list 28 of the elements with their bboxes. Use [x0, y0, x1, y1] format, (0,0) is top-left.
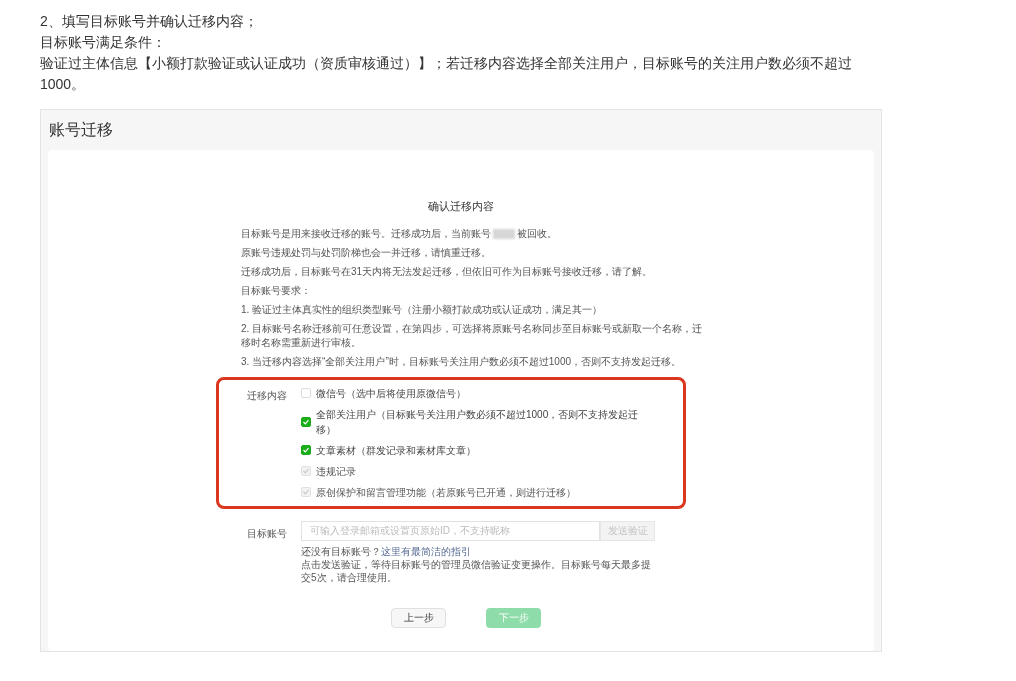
field-label: 目标账号	[247, 526, 288, 541]
option-label: 违规记录	[316, 464, 356, 479]
field-label: 迁移内容	[247, 388, 288, 403]
requirement-text: 目标账号要求：	[241, 283, 312, 298]
requirement-text: 1. 验证过主体真实性的组织类型账号（注册小额打款成功或认证成功，满足其一）	[241, 302, 604, 317]
redaction	[493, 228, 515, 239]
requirement-text: 原账号违规处罚与处罚阶梯也会一并迁移，请慎重迁移。	[241, 245, 492, 260]
requirement-text: 2. 目标账号名称迁移前可任意设置，在第四步，可选择将原账号名称同步至目标账号或新取一个名称，迁移时名称需重新进行审核。	[241, 321, 704, 350]
option-label: 全部关注用户（目标账号关注用户数必须不超过1000，否则不支持发起迁移）	[316, 407, 640, 437]
option-label: 微信号（选中后将使用原微信号）	[316, 386, 466, 401]
checkbox[interactable]	[301, 416, 311, 427]
guide-link[interactable]: 这里有最简洁的指引	[381, 545, 471, 557]
intro-text: 目标账号满足条件：	[40, 33, 167, 52]
previous-button[interactable]: 上一步	[391, 607, 446, 628]
notice-text: 目标账号是用来接收迁移的账号。迁移成功后，当前账号	[241, 226, 491, 241]
panel-title: 账号迁移	[48, 120, 114, 140]
next-button: 下一步	[486, 607, 541, 628]
dialog-title: 确认迁移内容	[428, 199, 494, 214]
requirement-text: 3. 当迁移内容选择“全部关注用户”时，目标账号关注用户数必须不超过1000，否则不支持发起迁移。	[241, 354, 683, 369]
hint-text: 还没有目标账号？	[301, 545, 381, 557]
notice-text: 被回收。	[517, 226, 557, 241]
hint-note: 点击发送验证，等待目标账号的管理员微信验证变更操作。目标账号每天最多提交5次，请合理使用。	[301, 557, 652, 584]
checkbox[interactable]	[301, 445, 311, 455]
option-label: 文章素材（群发记录和素材库文章）	[316, 443, 476, 458]
requirement-text: 迁移成功后，目标账号在31天内将无法发起迁移，但依旧可作为目标账号接收迁移，请了解。	[241, 264, 654, 279]
option-label: 原创保护和留言管理功能（若原账号已开通，则进行迁移）	[316, 485, 576, 500]
intro-text: 2、填写目标账号并确认迁移内容；	[40, 12, 259, 31]
intro-text: 验证过主体信息【小额打款验证或认证成功（资质审核通过）】；若迁移内容选择全部关注用户，目标账号的关注用户数必须不超过1000。	[40, 54, 853, 94]
